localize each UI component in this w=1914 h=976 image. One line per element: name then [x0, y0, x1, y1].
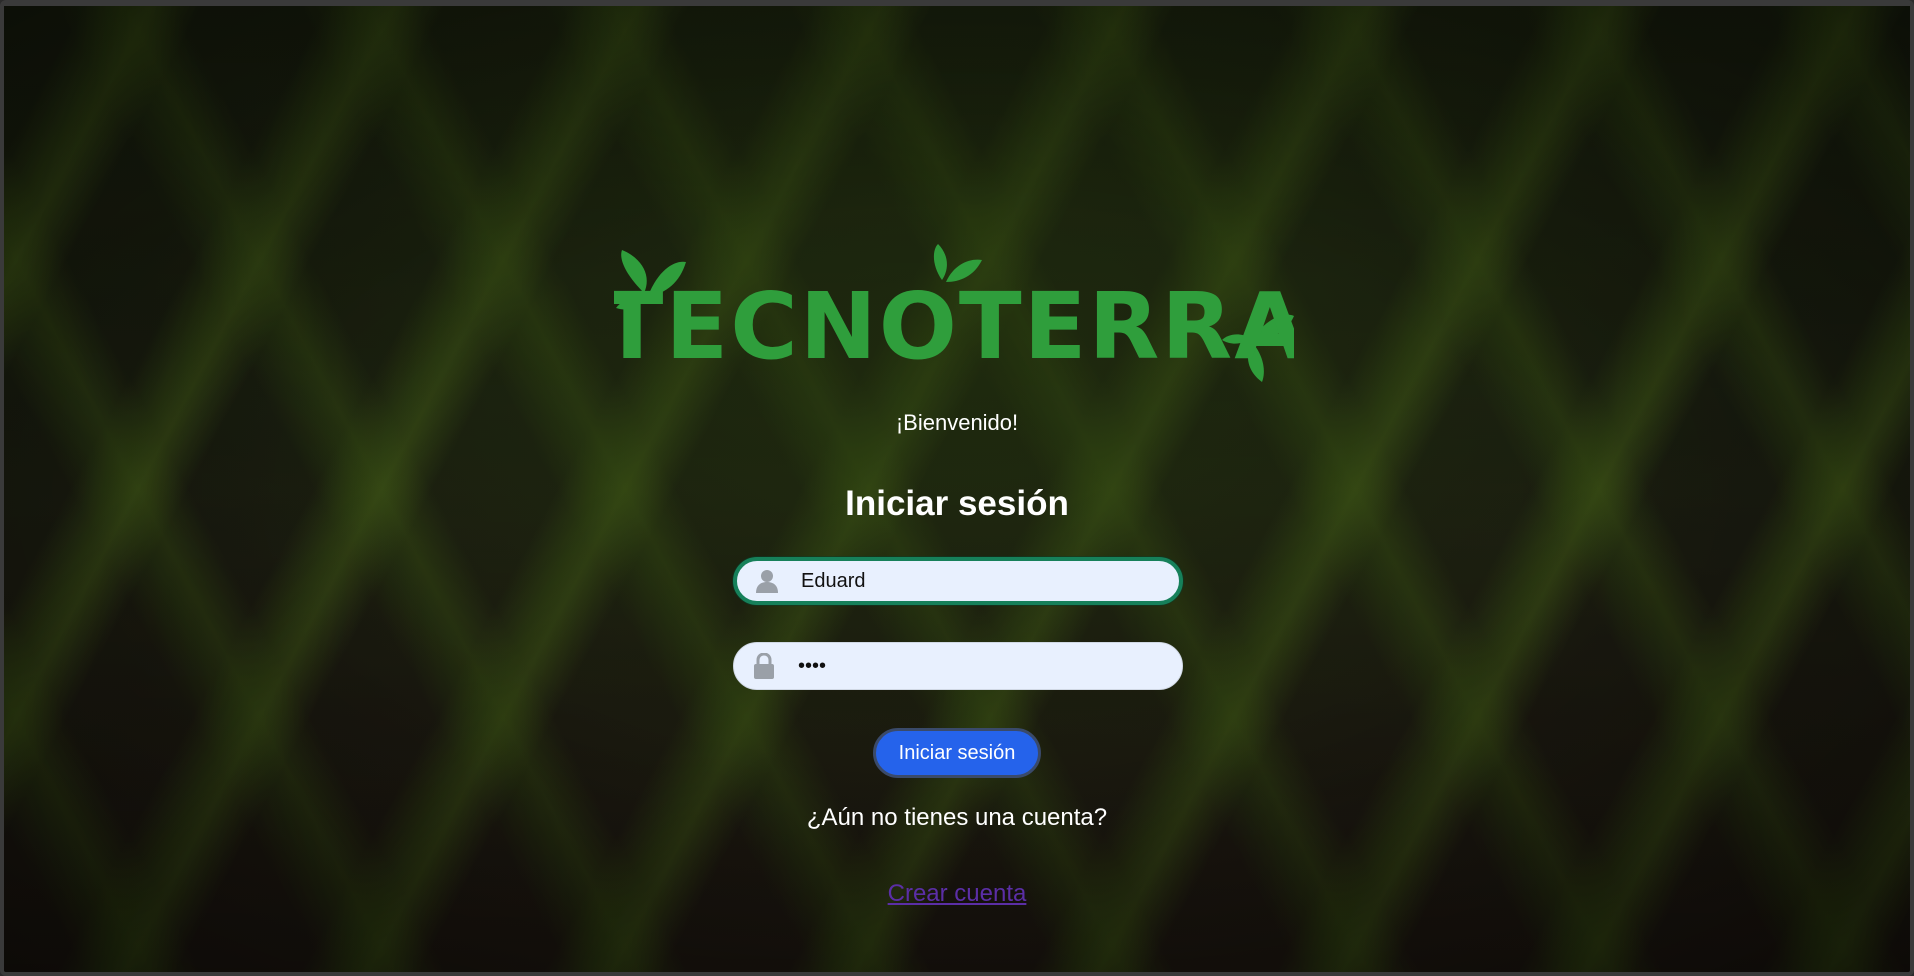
login-title: Iniciar sesión: [845, 484, 1069, 523]
username-input[interactable]: [789, 561, 1179, 601]
login-page: TECNOTERRA ¡Bienvenido! Iniciar sesión E…: [4, 6, 1910, 972]
create-account-container: Crear cuenta: [4, 880, 1910, 908]
browser-window: TECNOTERRA ¡Bienvenido! Iniciar sesión E…: [0, 0, 1914, 976]
login-button[interactable]: Iniciar sesión: [873, 728, 1041, 778]
welcome-text: ¡Bienvenido!: [895, 410, 1019, 435]
lock-icon: [742, 643, 786, 689]
no-account-prompt: ¿Aún no tienes una cuenta?: [806, 804, 1108, 831]
create-account-link[interactable]: Crear cuenta: [888, 880, 1027, 907]
username-field[interactable]: [733, 557, 1183, 605]
tecnoterra-logo: TECNOTERRA: [614, 238, 1294, 388]
user-icon: [745, 561, 789, 601]
password-field[interactable]: [733, 642, 1183, 690]
password-input[interactable]: [786, 643, 1182, 689]
svg-text:TECNOTERRA: TECNOTERRA: [614, 273, 1294, 380]
